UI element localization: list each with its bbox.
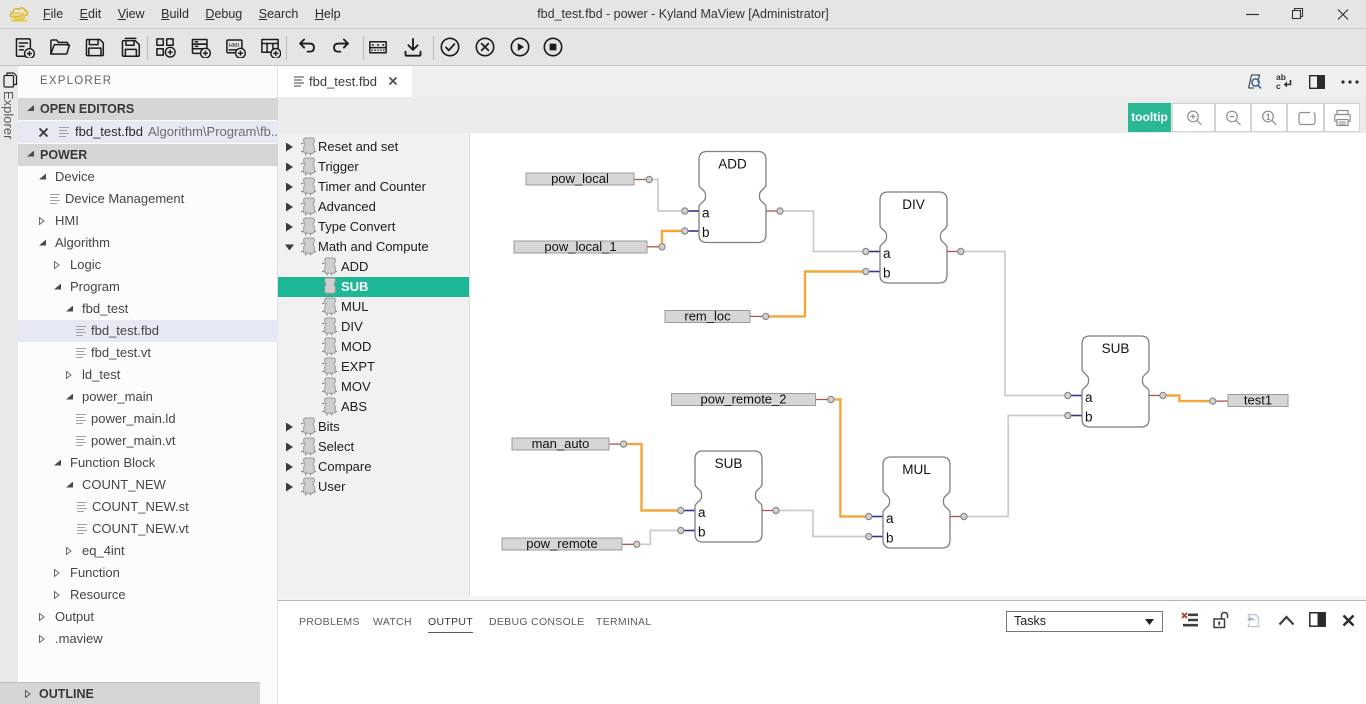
svg-text:MUL: MUL	[902, 462, 931, 477]
svg-text:b: b	[886, 531, 894, 546]
svg-text:rem_loc: rem_loc	[684, 309, 731, 324]
svg-text:ADD: ADD	[718, 157, 747, 172]
svg-text:pow_local: pow_local	[551, 171, 609, 186]
svg-text:a: a	[886, 511, 894, 526]
svg-text:test1: test1	[1244, 393, 1272, 408]
svg-text:pow_local_1: pow_local_1	[544, 239, 616, 254]
svg-text:a: a	[702, 206, 710, 221]
svg-text:pow_remote_2: pow_remote_2	[701, 392, 787, 407]
svg-text:a: a	[698, 505, 706, 520]
svg-text:SUB: SUB	[1102, 341, 1130, 356]
svg-text:pow_remote: pow_remote	[526, 536, 598, 551]
svg-text:a: a	[1085, 390, 1093, 405]
svg-text:c: c	[1276, 81, 1281, 91]
svg-text:DIV: DIV	[902, 197, 925, 212]
svg-text:b: b	[702, 225, 710, 240]
svg-text:b: b	[883, 266, 891, 281]
svg-text:HMI: HMI	[229, 43, 240, 49]
svg-text:b: b	[698, 525, 706, 540]
svg-text:b: b	[1085, 410, 1093, 425]
svg-text:man_auto: man_auto	[532, 436, 590, 451]
svg-text:a: a	[883, 246, 891, 261]
svg-text:SUB: SUB	[715, 456, 743, 471]
